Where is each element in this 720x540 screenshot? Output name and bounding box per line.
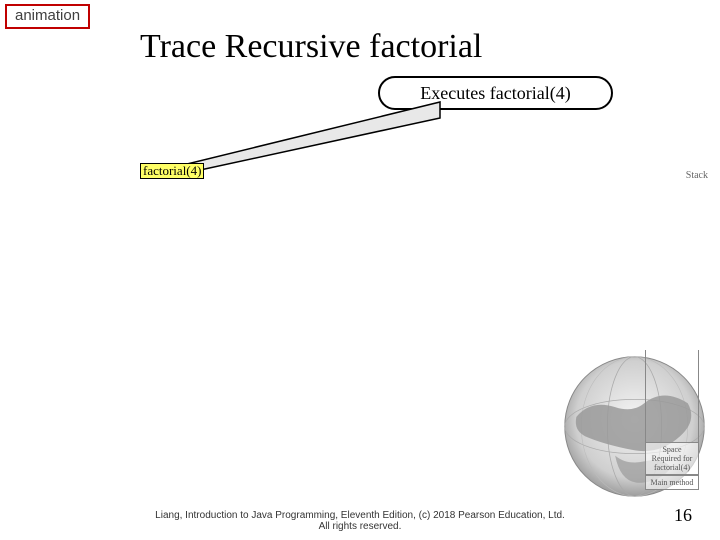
execution-callout: Executes factorial(4): [378, 76, 613, 110]
footer-line1: Liang, Introduction to Java Programming,…: [155, 510, 565, 521]
stack-diagram: Stack Space Required for factorial(4) Ma…: [640, 350, 704, 490]
stack-cell: Space Required for factorial(4): [646, 442, 698, 475]
footer-credit: Liang, Introduction to Java Programming,…: [0, 510, 720, 532]
slide-title: Trace Recursive factorial: [140, 28, 482, 66]
stack-heading: Stack: [686, 170, 708, 181]
stack-column: Space Required for factorial(4) Main met…: [645, 350, 699, 490]
page-number: 16: [674, 505, 692, 526]
code-highlight: factorial(4): [140, 163, 204, 179]
stack-cell: Main method: [646, 475, 698, 490]
footer-line2: All rights reserved.: [0, 521, 720, 532]
animation-badge: animation: [5, 4, 90, 29]
callout-pointer-icon: [185, 100, 445, 180]
